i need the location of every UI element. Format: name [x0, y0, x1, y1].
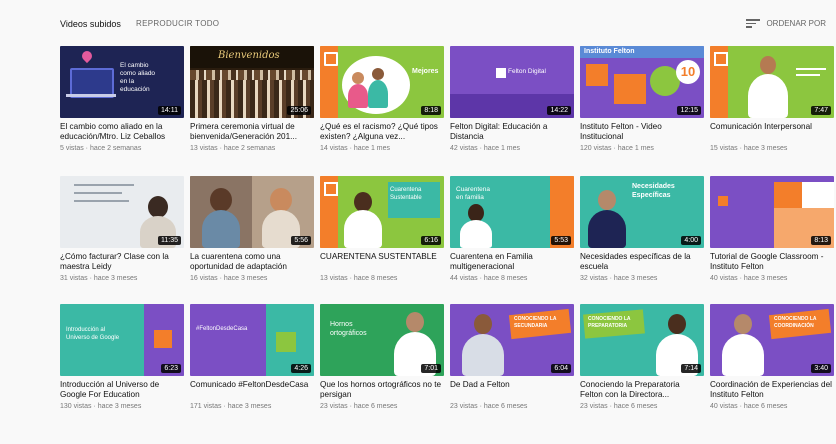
video-title[interactable]: Introducción al Universo de Google For E…: [60, 380, 184, 400]
video-thumbnail[interactable]: 5:56: [190, 176, 314, 248]
video-title[interactable]: Conociendo la Preparatoria Felton con la…: [580, 380, 704, 400]
video-card[interactable]: 5:56 La cuarentena como una oportunidad …: [190, 176, 314, 282]
sort-icon: [746, 18, 761, 28]
uploads-header: Videos subidos REPRODUCIR TODO ORDENAR P…: [60, 14, 836, 36]
duration-badge: 6:23: [161, 364, 181, 373]
video-card[interactable]: Cuarentena Sustentable 6:16 CUARENTENA SU…: [320, 176, 444, 282]
video-title[interactable]: ¿Cómo facturar? Clase con la maestra Lei…: [60, 252, 184, 272]
video-thumbnail[interactable]: Hornos ortográficos 7:01: [320, 304, 444, 376]
video-thumbnail[interactable]: Mejores 8:18: [320, 46, 444, 118]
video-meta: 15 vistas · hace 3 meses: [710, 145, 788, 152]
video-thumbnail[interactable]: El cambio como aliado en la educación 14:11: [60, 46, 184, 118]
section-title: Videos subidos: [60, 19, 121, 29]
video-meta: 14 vistas · hace 1 mes: [320, 145, 391, 152]
video-meta: 171 vistas · hace 3 meses: [190, 403, 272, 410]
video-card[interactable]: Instituto Felton 10 12:15 Instituto Felt…: [580, 46, 704, 152]
video-thumbnail[interactable]: CONOCIENDO LA PREPARATORIA 7:14: [580, 304, 704, 376]
video-thumbnail[interactable]: Felton Digital 14:22: [450, 46, 574, 118]
duration-badge: 4:26: [291, 364, 311, 373]
video-title[interactable]: La cuarentena como una oportunidad de ad…: [190, 252, 314, 272]
video-thumbnail[interactable]: Cuarentena Sustentable 6:16: [320, 176, 444, 248]
video-thumbnail[interactable]: Necesidades Específicas 4:00: [580, 176, 704, 248]
duration-badge: 7:01: [421, 364, 441, 373]
video-card[interactable]: 11:35 ¿Cómo facturar? Clase con la maest…: [60, 176, 184, 282]
video-thumbnail[interactable]: 7:47: [710, 46, 834, 118]
video-title[interactable]: CUARENTENA SUSTENTABLE: [320, 252, 444, 272]
duration-badge: 12:15: [677, 106, 701, 115]
video-card[interactable]: 7:47 Comunicación Interpersonal 15 vista…: [710, 46, 834, 152]
duration-badge: 6:16: [421, 236, 441, 245]
video-title[interactable]: Primera ceremonia virtual de bienvenida/…: [190, 122, 314, 142]
duration-badge: 3:40: [811, 364, 831, 373]
video-thumbnail[interactable]: 8:13: [710, 176, 834, 248]
video-title[interactable]: Comunicado #FeltonDesdeCasa: [190, 380, 314, 400]
duration-badge: 4:00: [681, 236, 701, 245]
duration-badge: 6:04: [551, 364, 571, 373]
video-title[interactable]: Felton Digital: Educación a Distancia: [450, 122, 574, 142]
video-meta: 40 vistas · hace 3 meses: [710, 275, 788, 282]
video-meta: 130 vistas · hace 3 meses: [60, 403, 142, 410]
video-meta: 40 vistas · hace 6 meses: [710, 403, 788, 410]
duration-badge: 7:47: [811, 106, 831, 115]
video-card[interactable]: Bienvenidos 25:06 Primera ceremonia virt…: [190, 46, 314, 152]
video-meta: 13 vistas · hace 8 meses: [320, 275, 398, 282]
duration-badge: 8:13: [811, 236, 831, 245]
video-meta: 5 vistas · hace 2 semanas: [60, 145, 142, 152]
video-meta: 31 vistas · hace 3 meses: [60, 275, 138, 282]
video-meta: 120 vistas · hace 1 mes: [580, 145, 654, 152]
video-thumbnail[interactable]: CONOCIENDO LA COORDINACIÓN 3:40: [710, 304, 834, 376]
video-card[interactable]: Cuarentena en familia 5:53 Cuarentena en …: [450, 176, 574, 282]
video-card[interactable]: Mejores 8:18 ¿Qué es el racismo? ¿Qué ti…: [320, 46, 444, 152]
video-title[interactable]: Comunicación Interpersonal: [710, 122, 834, 142]
duration-badge: 7:14: [681, 364, 701, 373]
video-title[interactable]: El cambio como aliado en la educación/Mt…: [60, 122, 184, 142]
duration-badge: 5:53: [551, 236, 571, 245]
video-meta: 23 vistas · hace 6 meses: [580, 403, 658, 410]
video-thumbnail[interactable]: #FeltonDesdeCasa 4:26: [190, 304, 314, 376]
video-card[interactable]: CONOCIENDO LA COORDINACIÓN 3:40 Coordinac…: [710, 304, 834, 410]
duration-badge: 14:11: [158, 106, 181, 115]
video-thumbnail[interactable]: Bienvenidos 25:06: [190, 46, 314, 118]
video-meta: 32 vistas · hace 3 meses: [580, 275, 658, 282]
video-thumbnail[interactable]: 11:35: [60, 176, 184, 248]
video-title[interactable]: ¿Qué es el racismo? ¿Qué tipos existen? …: [320, 122, 444, 142]
sort-button[interactable]: ORDENAR POR: [746, 18, 826, 28]
video-thumbnail[interactable]: Introducción al Universo de Google 6:23: [60, 304, 184, 376]
video-card[interactable]: 8:13 Tutorial de Google Classroom - Inst…: [710, 176, 834, 282]
duration-badge: 8:18: [421, 106, 441, 115]
video-card[interactable]: Hornos ortográficos 7:01 Que los hornos o…: [320, 304, 444, 410]
video-title[interactable]: De Dad a Felton: [450, 380, 574, 400]
video-meta: 44 vistas · hace 8 meses: [450, 275, 528, 282]
video-card[interactable]: Introducción al Universo de Google 6:23 I…: [60, 304, 184, 410]
video-meta: 23 vistas · hace 6 meses: [450, 403, 528, 410]
video-title[interactable]: Que los hornos ortográficos no te persig…: [320, 380, 444, 400]
video-title[interactable]: Necesidades específicas de la escuela: [580, 252, 704, 272]
video-thumbnail[interactable]: Cuarentena en familia 5:53: [450, 176, 574, 248]
video-meta: 16 vistas · hace 3 meses: [190, 275, 268, 282]
duration-badge: 5:56: [291, 236, 311, 245]
duration-badge: 25:06: [287, 106, 311, 115]
video-thumbnail[interactable]: Instituto Felton 10 12:15: [580, 46, 704, 118]
channel-videos-page: { "header": { "section_title": "Videos s…: [0, 0, 836, 444]
sort-label: ORDENAR POR: [766, 18, 826, 28]
video-title[interactable]: Cuarentena en Familia multigeneracional: [450, 252, 574, 272]
play-all-button[interactable]: REPRODUCIR TODO: [136, 19, 219, 28]
video-card[interactable]: Necesidades Específicas 4:00 Necesidades …: [580, 176, 704, 282]
duration-badge: 11:35: [158, 236, 181, 245]
video-title[interactable]: Tutorial de Google Classroom - Instituto…: [710, 252, 834, 272]
video-card[interactable]: El cambio como aliado en la educación 14:11…: [60, 46, 184, 152]
duration-badge: 14:22: [547, 106, 571, 115]
video-card[interactable]: #FeltonDesdeCasa 4:26 Comunicado #Felton…: [190, 304, 314, 410]
video-card[interactable]: Felton Digital 14:22 Felton Digital: Edu…: [450, 46, 574, 152]
video-title[interactable]: Instituto Felton - Video Institucional: [580, 122, 704, 142]
video-card[interactable]: CONOCIENDO LA PREPARATORIA 7:14 Conociend…: [580, 304, 704, 410]
video-thumbnail[interactable]: CONOCIENDO LA SECUNDARIA 6:04: [450, 304, 574, 376]
video-meta: 23 vistas · hace 6 meses: [320, 403, 398, 410]
video-card[interactable]: CONOCIENDO LA SECUNDARIA 6:04 De Dad a Fe…: [450, 304, 574, 410]
video-meta: 42 vistas · hace 1 mes: [450, 145, 521, 152]
video-title[interactable]: Coordinación de Experiencias del Institu…: [710, 380, 834, 400]
video-meta: 13 vistas · hace 2 semanas: [190, 145, 276, 152]
